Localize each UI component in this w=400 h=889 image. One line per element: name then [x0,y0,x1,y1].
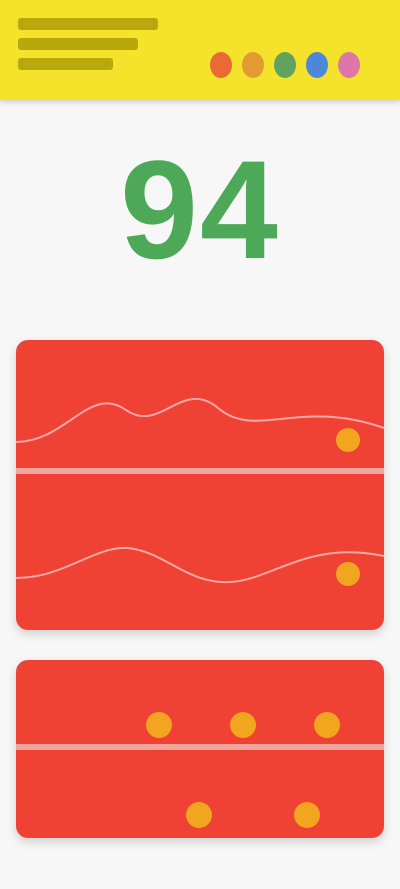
status-dot-icon [314,712,340,738]
logo-line [18,38,138,50]
summary-row-title [16,474,384,504]
score-value: 94 [120,131,280,288]
bottom-detail-card[interactable] [16,660,384,838]
status-indicators [186,802,320,828]
score-area: 94 [0,115,400,305]
detail-row[interactable] [16,750,384,834]
blue-dot-icon [306,52,328,78]
green-dot-icon [274,52,296,78]
logo-line [18,58,113,70]
pink-dot-icon [338,52,360,78]
detail-row[interactable] [16,660,384,744]
bottom-navigation [0,842,400,889]
logo-line [18,18,158,30]
app-logo [18,18,163,76]
summary-row[interactable] [16,504,384,602]
status-dot-icon [230,712,256,738]
orange-dot-icon [242,52,264,78]
status-indicators [146,712,340,738]
status-dot-icon [294,802,320,828]
warning-icon [336,562,360,586]
wave-graphic [16,397,384,443]
wave-graphic [16,546,384,584]
status-dots [210,50,360,80]
top-summary-card[interactable] [16,340,384,630]
status-dot-icon [186,802,212,828]
summary-row[interactable] [16,370,384,468]
red-dot-icon [210,52,232,78]
status-dot-icon [146,712,172,738]
warning-icon [336,428,360,452]
summary-row-title [16,340,384,370]
app-header [0,0,400,100]
